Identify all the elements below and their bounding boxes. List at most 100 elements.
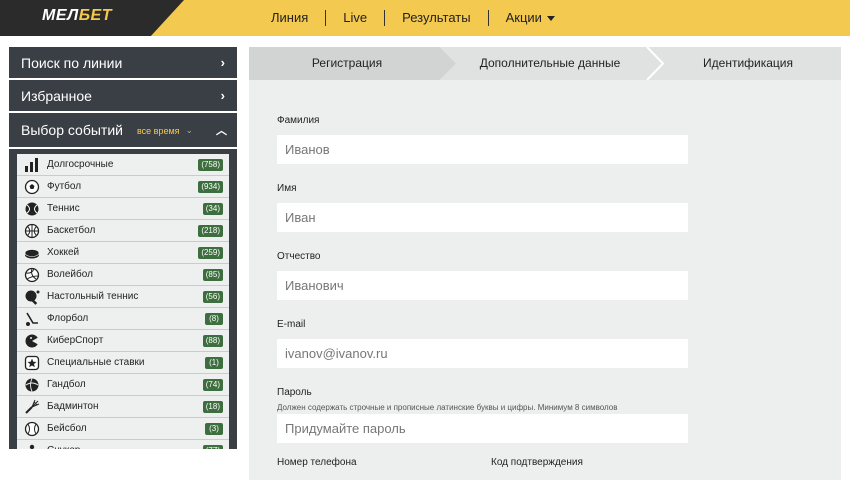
sport-item[interactable]: Бадминтон (18) bbox=[17, 396, 229, 418]
sport-count-badge: (85) bbox=[202, 269, 223, 281]
sports-list: Долгосрочные (758) Футбол (934) Теннис (34) Ба… bbox=[9, 149, 237, 449]
password-hint: Должен содержать строчные и прописные ла… bbox=[277, 403, 618, 412]
sport-item[interactable]: КиберСпорт (88) bbox=[17, 330, 229, 352]
password-field[interactable]: Придумайте пароль bbox=[277, 414, 688, 443]
sport-item[interactable]: Волейбол (85) bbox=[17, 264, 229, 286]
sport-count-badge: (758) bbox=[198, 159, 223, 171]
email-field[interactable]: ivanov@ivanov.ru bbox=[277, 339, 688, 368]
sport-item[interactable]: Теннис (34) bbox=[17, 198, 229, 220]
sport-item[interactable]: Снукер (77) bbox=[17, 440, 229, 449]
sport-count-badge: (3) bbox=[205, 423, 223, 435]
sport-name: Бадминтон bbox=[47, 401, 99, 412]
chevron-down-icon bbox=[546, 16, 555, 22]
baseball-icon bbox=[24, 421, 40, 436]
sport-name: Долгосрочные bbox=[47, 159, 114, 170]
basketball-icon bbox=[24, 223, 40, 238]
sport-name: Теннис bbox=[47, 203, 80, 214]
sport-item[interactable]: Специальные ставки (1) bbox=[17, 352, 229, 374]
sport-item[interactable]: Баскетбол (218) bbox=[17, 220, 229, 242]
hockey-icon bbox=[24, 248, 40, 258]
sport-name: Флорбол bbox=[47, 313, 89, 324]
sport-count-badge: (1) bbox=[205, 357, 223, 369]
sport-item[interactable]: Хоккей (259) bbox=[17, 242, 229, 264]
logo[interactable]: МЕЛБЕТ bbox=[42, 7, 112, 25]
chevron-right-icon: › bbox=[220, 55, 225, 70]
sport-item[interactable]: Гандбол (74) bbox=[17, 374, 229, 396]
code-label: Код подтверждения bbox=[491, 457, 583, 468]
phone-label: Номер телефона bbox=[277, 457, 357, 468]
events-selector[interactable]: Выбор событий все время ⌄ ︿ bbox=[9, 113, 237, 147]
sport-count-badge: (88) bbox=[202, 335, 223, 347]
special-bets-icon bbox=[24, 355, 40, 370]
sport-count-badge: (56) bbox=[202, 291, 223, 303]
sport-count-badge: (934) bbox=[198, 181, 223, 193]
password-label: Пароль bbox=[277, 387, 312, 398]
surname-field[interactable]: Иванов bbox=[277, 135, 688, 164]
handball-icon bbox=[25, 377, 39, 392]
sport-item[interactable]: Футбол (934) bbox=[17, 176, 229, 198]
sport-name: Волейбол bbox=[47, 269, 93, 280]
logo-main-text: МЕЛ bbox=[42, 7, 79, 24]
surname-group: Фамилия Иванов bbox=[277, 115, 705, 183]
name-label: Имя bbox=[277, 183, 297, 194]
table-tennis-icon bbox=[25, 290, 40, 305]
snooker-icon bbox=[28, 444, 36, 449]
sport-item[interactable]: Долгосрочные (758) bbox=[17, 154, 229, 176]
sport-count-badge: (218) bbox=[198, 225, 223, 237]
top-header: МЕЛБЕТ Линия Live Результаты Акции bbox=[0, 0, 850, 36]
search-line-label: Поиск по линии bbox=[21, 54, 123, 71]
tennis-icon bbox=[25, 202, 39, 215]
sport-name: Футбол bbox=[47, 181, 82, 192]
sport-name: Гандбол bbox=[47, 379, 86, 390]
badminton-icon bbox=[25, 399, 40, 414]
email-group: E-mail ivanov@ivanov.ru bbox=[277, 319, 705, 387]
nav-promotions[interactable]: Акции bbox=[487, 10, 572, 26]
chevron-down-icon[interactable]: ⌄ bbox=[186, 125, 194, 136]
nav-results[interactable]: Результаты bbox=[384, 10, 487, 26]
sport-count-badge: (34) bbox=[202, 203, 223, 215]
football-icon bbox=[24, 179, 40, 194]
sport-name: Бейсбол bbox=[47, 423, 87, 434]
sport-name: Специальные ставки bbox=[47, 357, 145, 368]
sport-item[interactable]: Настольный теннис (56) bbox=[17, 286, 229, 308]
chevron-up-icon[interactable]: ︿ bbox=[216, 122, 227, 138]
time-filter[interactable]: все время bbox=[137, 126, 180, 136]
logo-accent-text: БЕТ bbox=[78, 7, 112, 24]
sport-count-badge: (74) bbox=[202, 379, 223, 391]
sidebar: Поиск по линии › Избранное › Выбор событ… bbox=[9, 47, 237, 449]
sport-item[interactable]: Флорбол (8) bbox=[17, 308, 229, 330]
favorites-button[interactable]: Избранное › bbox=[9, 80, 237, 111]
main-nav: Линия Live Результаты Акции bbox=[254, 0, 572, 36]
surname-label: Фамилия bbox=[277, 115, 320, 126]
nav-live[interactable]: Live bbox=[325, 10, 384, 26]
nav-promotions-label: Акции bbox=[505, 10, 542, 25]
registration-steps: Регистрация Дополнительные данные Иденти… bbox=[249, 47, 841, 80]
chevron-right-icon: › bbox=[220, 88, 225, 103]
sport-count-badge: (259) bbox=[198, 247, 223, 259]
bar-chart-icon bbox=[25, 157, 38, 172]
patronymic-field[interactable]: Иванович bbox=[277, 271, 688, 300]
name-field[interactable]: Иван bbox=[277, 203, 688, 232]
patronymic-group: Отчество Иванович bbox=[277, 251, 705, 319]
nav-line[interactable]: Линия bbox=[254, 10, 325, 26]
sport-name: Баскетбол bbox=[47, 225, 96, 236]
logo-block[interactable]: МЕЛБЕТ bbox=[0, 0, 184, 36]
volleyball-icon bbox=[24, 267, 40, 282]
password-group: Пароль Должен содержать строчные и пропи… bbox=[277, 387, 705, 443]
phone-row: Номер телефона Код подтверждения bbox=[277, 457, 705, 471]
step-identification[interactable]: Идентификация bbox=[655, 47, 841, 80]
email-label: E-mail bbox=[277, 319, 306, 330]
favorites-label: Избранное bbox=[21, 87, 92, 104]
step-additional-data[interactable]: Дополнительные данные bbox=[445, 47, 655, 80]
registration-panel: Регистрация Дополнительные данные Иденти… bbox=[249, 47, 841, 480]
sport-name: Хоккей bbox=[47, 247, 80, 258]
sport-item[interactable]: Бейсбол (3) bbox=[17, 418, 229, 440]
events-label: Выбор событий bbox=[21, 122, 123, 138]
floorball-icon bbox=[26, 312, 38, 326]
sport-count-badge: (77) bbox=[202, 445, 223, 449]
search-line-button[interactable]: Поиск по линии › bbox=[9, 47, 237, 78]
registration-form: Фамилия Иванов Имя Иван Отчество Иванови… bbox=[277, 115, 705, 471]
sport-count-badge: (18) bbox=[202, 401, 223, 413]
patronymic-label: Отчество bbox=[277, 251, 321, 262]
step-registration[interactable]: Регистрация bbox=[249, 47, 445, 80]
